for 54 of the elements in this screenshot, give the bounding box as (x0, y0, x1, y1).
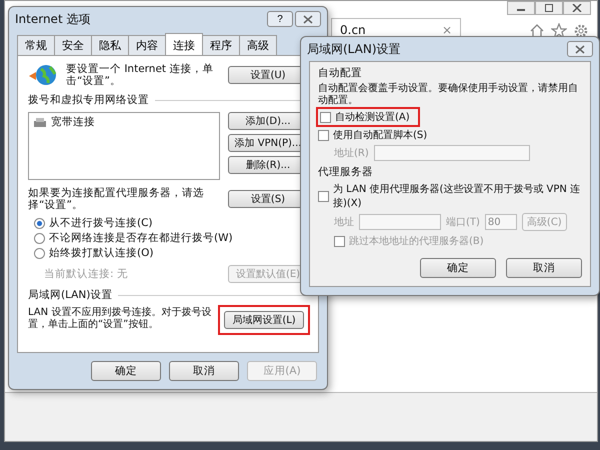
section-heading: 拨号和虚拟专用网络设置 (28, 93, 149, 107)
auto-config-text: 自动配置会覆盖手动设置。要确保使用手动设置，请禁用自动配置。 (318, 83, 579, 106)
group-heading: 自动配置 (318, 66, 363, 80)
connection-item[interactable]: 宽带连接 (33, 115, 215, 129)
close-button[interactable] (567, 41, 593, 57)
tab-close-button[interactable]: × (442, 22, 452, 36)
tab[interactable]: 隐私 (91, 35, 129, 55)
address-label: 地址 (334, 216, 354, 229)
home-icon[interactable] (529, 23, 545, 39)
dialog-title: 局域网(LAN)设置 (307, 40, 402, 58)
port-label: 端口(T) (446, 216, 480, 229)
maximize-icon (544, 4, 554, 12)
lan-settings-button[interactable]: 局域网设置(L) (224, 311, 304, 330)
checkbox-option[interactable]: 使用自动配置脚本(S) (318, 128, 582, 142)
network-icon (33, 116, 47, 128)
tab[interactable]: 高级 (239, 35, 277, 55)
close-icon (575, 44, 585, 54)
close-icon (303, 14, 313, 24)
dialog-button[interactable]: 取消 (506, 258, 582, 278)
checkbox[interactable] (318, 190, 329, 202)
close-button[interactable] (563, 1, 591, 15)
globe-icon (28, 62, 58, 88)
lan-text: LAN 设置不应用到拨号连接。对于拨号设置，单击上面的“设置”按钮。 (28, 307, 212, 330)
dialog-button[interactable]: 确定 (420, 258, 496, 278)
checkbox[interactable] (334, 236, 345, 246)
tab[interactable]: 常规 (17, 35, 55, 55)
setup-text: 要设置一个 Internet 连接，单击“设置”。 (66, 62, 214, 88)
tab[interactable]: 程序 (202, 35, 240, 55)
close-button[interactable] (295, 11, 321, 27)
gear-icon[interactable] (573, 23, 589, 39)
radio-button[interactable] (34, 232, 45, 244)
dialog-title: Internet 选项 (15, 10, 92, 28)
section-heading: 局域网(LAN)设置 (28, 288, 112, 302)
address-label: 地址(R) (334, 146, 369, 160)
tab[interactable]: 内容 (128, 35, 166, 55)
dialog-button[interactable]: 确定 (91, 361, 161, 381)
star-icon[interactable] (551, 23, 567, 39)
tab-title: 0.cn (340, 22, 366, 36)
radio-button[interactable] (34, 218, 45, 229)
group-heading: 代理服务器 (318, 165, 374, 179)
radio-button[interactable] (34, 248, 45, 259)
close-icon (572, 4, 582, 12)
help-button[interactable]: ? (267, 11, 293, 27)
checkbox-option[interactable]: 为 LAN 使用代理服务器(这些设置不用于拨号或 VPN 连接)(X) (318, 182, 582, 210)
checkbox[interactable] (320, 112, 331, 122)
proxy-text: 如果要为连接配置代理服务器，请选择“设置”。 (28, 187, 205, 212)
checkbox-option[interactable]: 自动检测设置(A) (318, 109, 418, 125)
minimize-button[interactable] (507, 1, 535, 15)
tab[interactable]: 连接 (165, 33, 203, 55)
default-connection-label: 当前默认连接: 无 (43, 268, 128, 280)
checkbox[interactable] (318, 130, 329, 140)
maximize-button[interactable] (535, 1, 563, 15)
dialog-button[interactable]: 取消 (169, 361, 239, 381)
tab[interactable]: 安全 (54, 35, 92, 55)
